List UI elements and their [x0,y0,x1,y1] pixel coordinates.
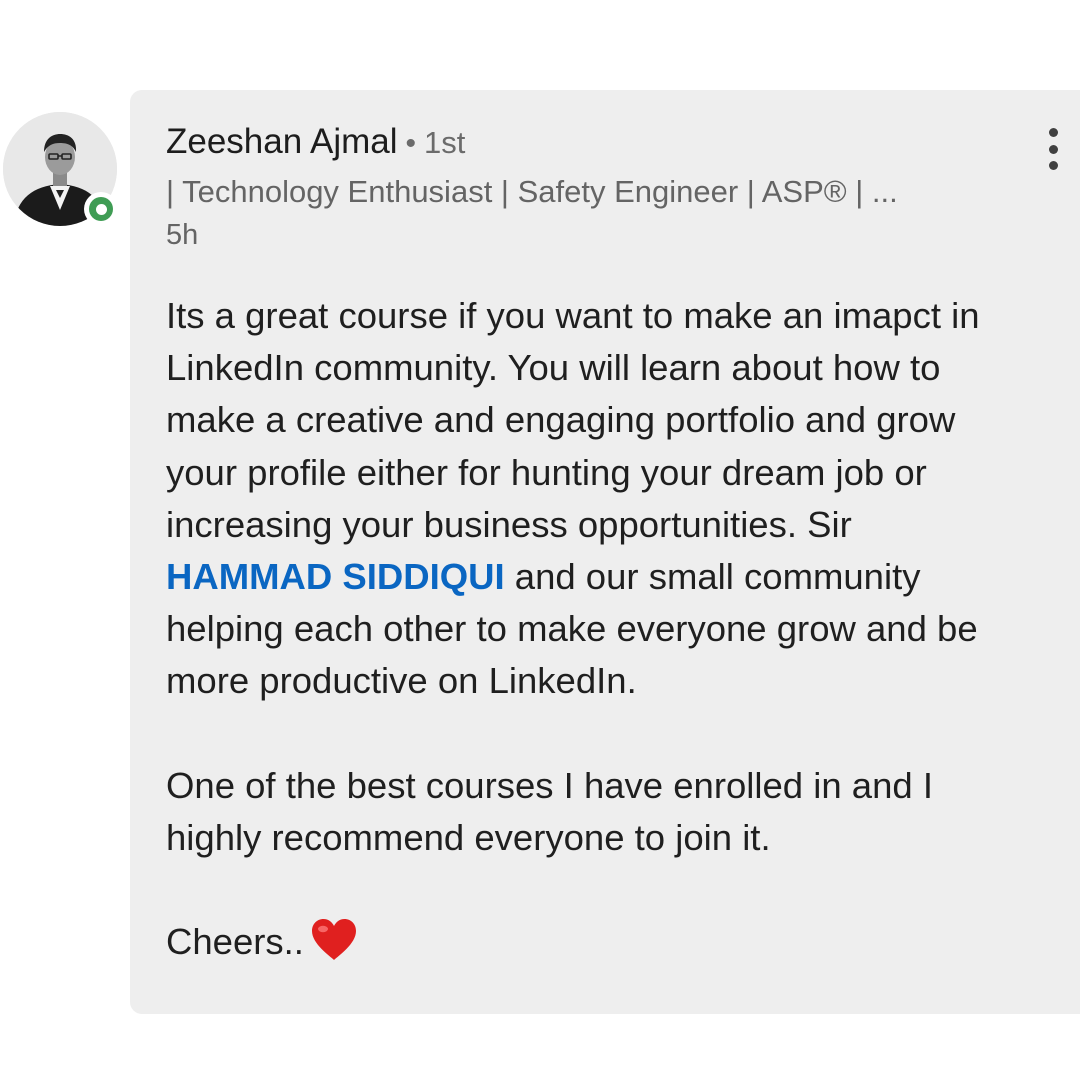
comment-line: your profile either for hunting your dre… [166,451,927,493]
mention-link[interactable]: HAMMAD SIDDIQUI [166,556,505,597]
comment-line: more productive on LinkedIn. [166,660,637,702]
comment-line: increasing your business opportunities. … [166,503,852,545]
comment-line: Its a great course if you want to make a… [166,295,980,336]
author-headline: | Technology Enthusiast | Safety Enginee… [166,174,898,209]
more-options-button[interactable] [1040,128,1066,170]
author-name[interactable]: Zeeshan Ajmal [166,122,398,162]
heart-icon [310,918,358,976]
more-vertical-icon [1048,128,1058,137]
comment-line: helping each other to make everyone grow… [166,608,978,650]
author-line: Zeeshan Ajmal • 1st [166,122,1020,168]
comment-sign-off: Cheers.. [166,916,1076,976]
comment-screenshot: Zeeshan Ajmal • 1st | Technology Enthusi… [0,0,1080,1080]
comment-timestamp: 5h [166,219,199,251]
name-separator: • [405,127,417,160]
sign-off-text: Cheers.. [166,921,304,963]
comment-line: and our small community [504,556,921,598]
comment-line: One of the best courses I have enrolled … [166,764,933,806]
comment-paragraph-2: One of the best courses I have enrolled … [166,760,1076,864]
online-status-icon [84,192,118,226]
connection-degree: 1st [424,125,466,160]
comment-line: highly recommend everyone to join it. [166,817,771,859]
comment-body: Its a great course if you want to make a… [166,290,1076,977]
comment-line: make a creative and engaging portfolio a… [166,399,956,441]
comment-paragraph-1: Its a great course if you want to make a… [166,290,1076,708]
comment-line: LinkedIn community. You will learn about… [166,347,941,389]
comment-header: Zeeshan Ajmal • 1st | Technology Enthusi… [166,122,1020,250]
